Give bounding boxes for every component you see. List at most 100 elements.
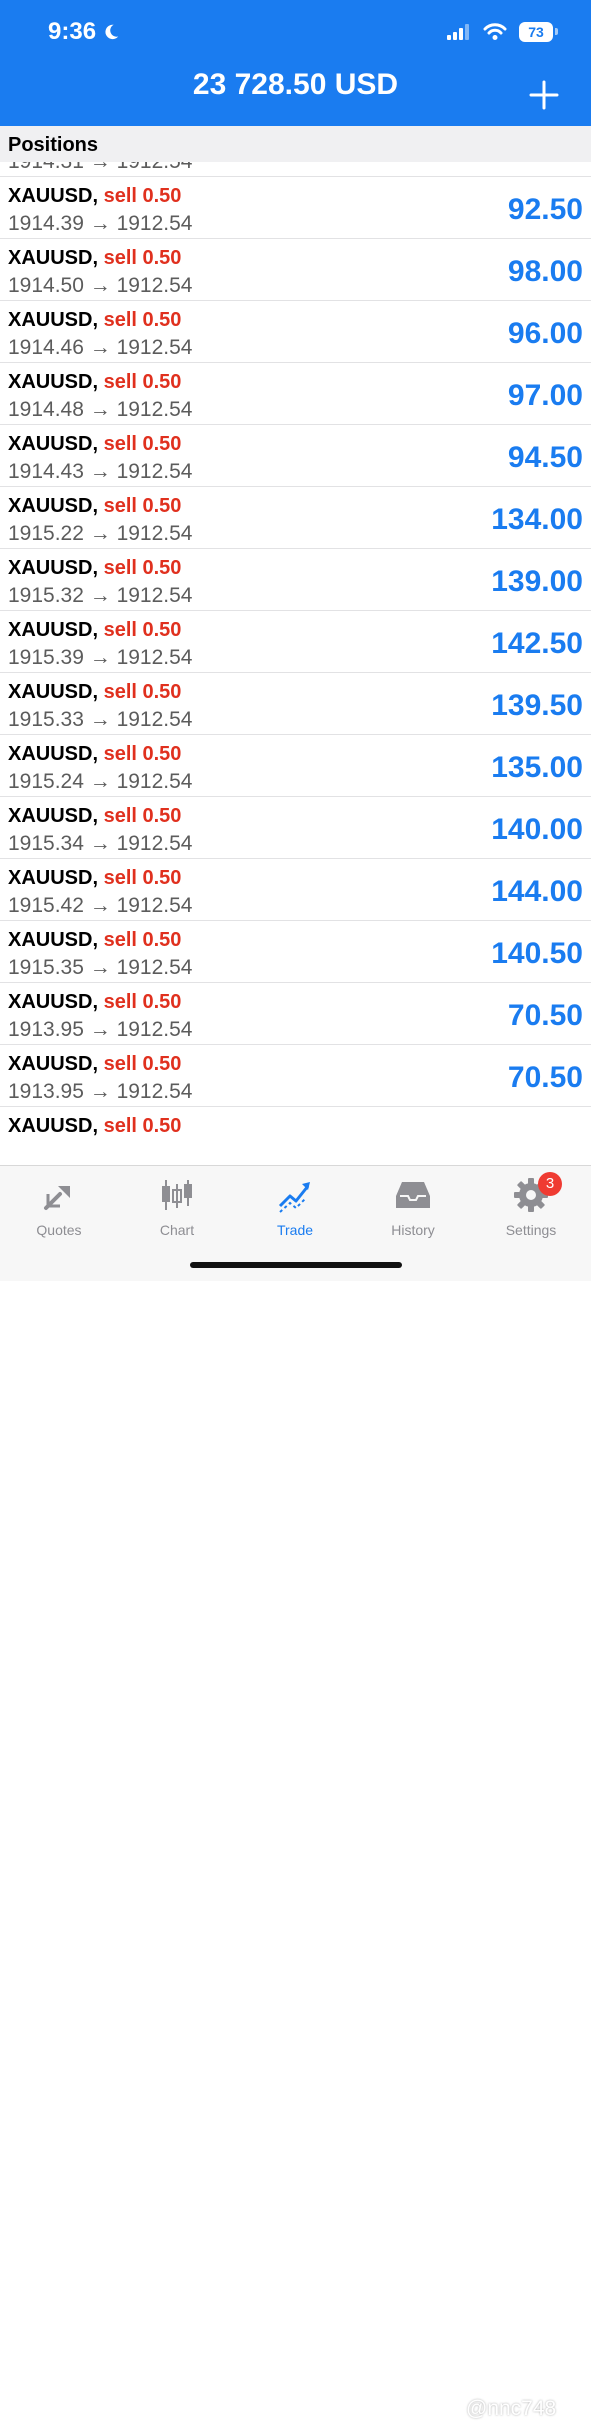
position-symbol: XAUUSD,	[8, 619, 99, 641]
position-side: sell 0.50	[103, 991, 182, 1013]
quotes-arrows-icon	[44, 1186, 70, 1210]
settings-badge: 3	[538, 1172, 562, 1196]
position-prices: 1914.31 → 1912.54	[8, 162, 193, 174]
position-row[interactable]: XAUUSD, sell 0.50 1914.39 → 1912.54 92.50	[0, 177, 591, 239]
position-side: sell 0.50	[103, 433, 182, 455]
position-profit: 70.50	[507, 1061, 583, 1094]
position-side: sell 0.50	[103, 743, 182, 765]
position-profit: 139.00	[491, 565, 583, 598]
position-profit: 92.50	[507, 193, 583, 226]
position-row[interactable]: XAUUSD, sell 0.50 1915.35 → 1912.54 140.50	[0, 921, 591, 983]
status-indicators: 73	[447, 22, 558, 42]
position-title: XAUUSD, sell 0.50	[8, 805, 181, 828]
position-side: sell 0.50	[103, 309, 182, 331]
position-title: XAUUSD, sell 0.50	[8, 1115, 181, 1138]
position-profit: 94.50	[507, 441, 583, 474]
battery-indicator: 73	[519, 22, 558, 42]
position-side: sell 0.50	[103, 495, 182, 517]
position-symbol: XAUUSD,	[8, 495, 99, 517]
position-title: XAUUSD, sell 0.50	[8, 1053, 181, 1076]
position-row[interactable]: XAUUSD, sell 0.50 1915.39 → 1912.54 142.50	[0, 611, 591, 673]
position-side: sell 0.50	[103, 681, 182, 703]
position-symbol: XAUUSD,	[8, 867, 99, 889]
position-symbol: XAUUSD,	[8, 557, 99, 579]
tab-trade-label: Trade	[276, 1222, 314, 1238]
positions-list[interactable]: XAUUSD, sell 0.50 1914.31 → 1912.54 88.50 X…	[0, 162, 591, 1165]
positions-title: Positions	[8, 134, 99, 156]
position-row[interactable]: XAUUSD, sell 0.50 1914.43 → 1912.54 94.50	[0, 425, 591, 487]
position-side: sell 0.50	[103, 805, 182, 827]
position-symbol: XAUUSD,	[8, 433, 99, 455]
position-row[interactable]: XAUUSD, sell 0.50	[0, 1107, 591, 1165]
position-prices: 1915.22 → 1912.54	[8, 522, 193, 545]
position-prices: 1914.39 → 1912.54	[8, 212, 193, 235]
position-prices: 1915.33 → 1912.54	[8, 708, 193, 731]
position-title: XAUUSD, sell 0.50	[8, 371, 181, 394]
position-profit: 88.50	[508, 162, 583, 165]
wifi-icon	[483, 23, 507, 40]
position-row[interactable]: XAUUSD, sell 0.50 1914.46 → 1912.54 96.00	[0, 301, 591, 363]
position-profit: 134.00	[491, 503, 583, 536]
position-profit: 140.50	[491, 937, 583, 970]
position-row[interactable]: XAUUSD, sell 0.50 1915.42 → 1912.54 144.00	[0, 859, 591, 921]
tab-chart[interactable]: Chart	[118, 1176, 236, 1238]
position-title: XAUUSD, sell 0.50	[8, 681, 181, 704]
position-side: sell 0.50	[103, 185, 182, 207]
position-prices: 1915.42 → 1912.54	[8, 894, 193, 917]
position-title: XAUUSD, sell 0.50	[8, 309, 181, 332]
position-symbol: XAUUSD,	[8, 681, 99, 703]
position-symbol: XAUUSD,	[8, 185, 99, 207]
position-row[interactable]: XAUUSD, sell 0.501914.31 → 1912.5488.50	[0, 162, 591, 177]
position-row[interactable]: XAUUSD, sell 0.50 1915.34 → 1912.54 140.00	[0, 797, 591, 859]
position-title: XAUUSD, sell 0.50	[8, 743, 181, 766]
position-row[interactable]: XAUUSD, sell 0.50 1915.24 → 1912.54 135.00	[0, 735, 591, 797]
position-symbol: XAUUSD,	[8, 991, 99, 1013]
tab-settings[interactable]: 3 Settings	[472, 1172, 590, 1238]
position-profit: 70.50	[507, 999, 583, 1032]
position-symbol: XAUUSD,	[8, 371, 99, 393]
position-title: XAUUSD, sell 0.50	[8, 495, 181, 518]
position-prices: 1914.50 → 1912.54	[8, 274, 193, 297]
position-title: XAUUSD, sell 0.50	[8, 247, 181, 270]
position-prices: 1914.43 → 1912.54	[8, 460, 193, 483]
position-row[interactable]: XAUUSD, sell 0.50 1913.95 → 1912.54 70.50	[0, 983, 591, 1045]
inbox-tray-icon	[396, 1182, 430, 1208]
position-prices: 1914.46 → 1912.54	[8, 336, 193, 359]
position-symbol: XAUUSD,	[8, 743, 99, 765]
position-row[interactable]: XAUUSD, sell 0.50 1915.22 → 1912.54 134.00	[0, 487, 591, 549]
add-position-icon[interactable]	[525, 76, 563, 114]
position-row[interactable]: XAUUSD, sell 0.50 1914.48 → 1912.54 97.00	[0, 363, 591, 425]
tab-trade[interactable]: Trade	[236, 1176, 354, 1238]
candlestick-icon	[162, 1180, 192, 1210]
position-prices: 1915.34 → 1912.54	[8, 832, 193, 855]
watermark: @nnc748	[466, 2397, 557, 2420]
position-row[interactable]: XAUUSD, sell 0.50 1915.33 → 1912.54 139.50	[0, 673, 591, 735]
position-prices: 1913.95 → 1912.54	[8, 1018, 193, 1041]
position-profit: 139.50	[491, 689, 583, 722]
position-row[interactable]: XAUUSD, sell 0.50 1914.50 → 1912.54 98.00	[0, 239, 591, 301]
position-side: sell 0.50	[103, 929, 182, 951]
position-side: sell 0.50	[103, 619, 182, 641]
home-indicator[interactable]	[190, 1262, 402, 1268]
position-prices: 1913.95 → 1912.54	[8, 1080, 193, 1103]
position-symbol: XAUUSD,	[8, 929, 99, 951]
position-row[interactable]: XAUUSD, sell 0.50 1915.32 → 1912.54 139.00	[0, 549, 591, 611]
position-prices: 1914.48 → 1912.54	[8, 398, 193, 421]
position-profit: 144.00	[491, 875, 583, 908]
position-profit: 98.00	[507, 255, 583, 288]
tab-quotes[interactable]: Quotes	[0, 1176, 118, 1238]
tab-history-label: History	[391, 1222, 435, 1238]
position-prices: 1915.39 → 1912.54	[8, 646, 193, 669]
position-profit: 135.00	[491, 751, 583, 784]
app-header: 9:36 73 23 728.50 USD	[0, 0, 591, 126]
position-symbol: XAUUSD,	[8, 309, 99, 331]
position-row[interactable]: XAUUSD, sell 0.50 1913.95 → 1912.54 70.50	[0, 1045, 591, 1107]
position-symbol: XAUUSD,	[8, 1115, 99, 1137]
position-profit: 140.00	[491, 813, 583, 846]
position-profit: 142.50	[491, 627, 583, 660]
position-prices: 1915.32 → 1912.54	[8, 584, 193, 607]
position-prices: 1915.35 → 1912.54	[8, 956, 193, 979]
tab-history[interactable]: History	[354, 1176, 472, 1238]
status-time: 9:36	[48, 18, 120, 46]
position-side: sell 0.50	[103, 867, 182, 889]
